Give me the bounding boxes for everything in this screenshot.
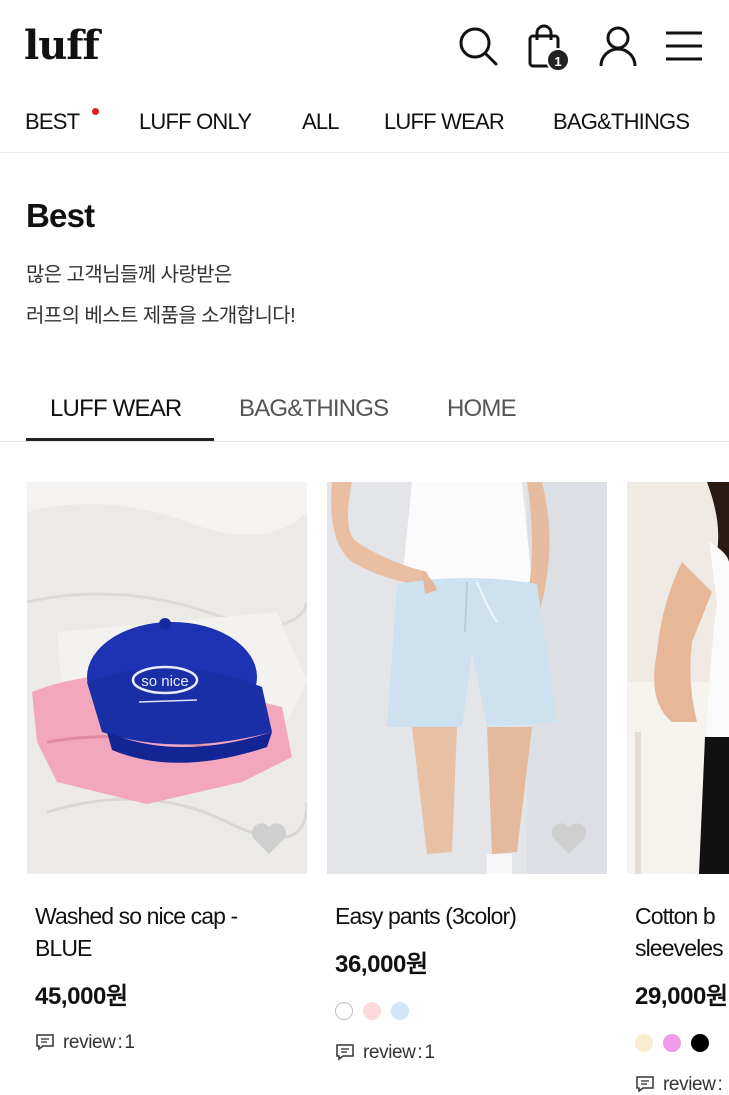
- review-comment-icon: [336, 1044, 354, 1061]
- nav-item-bag-things[interactable]: BAG&THINGS: [553, 108, 690, 136]
- product-image-pants[interactable]: [327, 482, 607, 874]
- color-swatch-black[interactable]: [691, 1034, 709, 1052]
- nav-item-all[interactable]: ALL: [302, 108, 340, 136]
- cart-count-badge: 1: [546, 48, 570, 72]
- product-price: 36,000원: [335, 951, 428, 978]
- product-price: 45,000원: [35, 983, 128, 1010]
- review-count: review:1: [35, 1031, 135, 1055]
- section-description-line1: 많은 고객님들께 사랑받은: [26, 264, 232, 286]
- tab-luff-wear[interactable]: LUFF WEAR: [50, 394, 182, 424]
- color-swatch-white[interactable]: [335, 1002, 353, 1020]
- tab-bag-things[interactable]: BAG&THINGS: [239, 394, 389, 424]
- color-swatch-cream[interactable]: [635, 1034, 653, 1052]
- product-card[interactable]: Easy pants (3color) 36,000원 review:1: [327, 482, 607, 1063]
- review-comment-icon: [36, 1034, 54, 1051]
- nav-divider: [0, 152, 729, 153]
- category-nav: BEST LUFF ONLY ALL LUFF WEAR BAG&THINGS: [0, 100, 729, 150]
- nav-item-luff-wear[interactable]: LUFF WEAR: [384, 108, 505, 136]
- header: luff 1: [0, 0, 729, 95]
- tab-home[interactable]: HOME: [447, 394, 517, 424]
- new-dot-indicator: [92, 108, 99, 115]
- product-image-cap[interactable]: so nice: [27, 482, 307, 874]
- review-comment-icon: [636, 1076, 654, 1093]
- user-icon[interactable]: [594, 22, 642, 70]
- page-title: Best: [26, 197, 95, 234]
- product-name[interactable]: Washed so nice cap - BLUE: [35, 900, 307, 964]
- shopping-bag-icon[interactable]: 1: [522, 22, 570, 72]
- luff-logo[interactable]: luff: [24, 20, 100, 72]
- nav-item-luff-only[interactable]: LUFF ONLY: [139, 108, 252, 136]
- product-image-sleeveless[interactable]: [627, 482, 729, 874]
- tabs-divider: [0, 441, 729, 442]
- product-name[interactable]: Cotton b sleeveles: [635, 900, 729, 964]
- cap-print-text: so nice: [141, 673, 189, 690]
- nav-item-best[interactable]: BEST: [25, 108, 80, 136]
- product-price: 29,000원: [635, 983, 728, 1010]
- color-swatch-pink[interactable]: [363, 1002, 381, 1020]
- review-count: review:: [635, 1073, 724, 1095]
- wishlist-heart-icon[interactable]: [249, 820, 289, 856]
- best-category-tabs: LUFF WEAR BAG&THINGS HOME: [0, 380, 729, 442]
- product-card[interactable]: so nice Washed so nice cap - BLUE 45,000…: [27, 482, 307, 1053]
- wishlist-heart-icon[interactable]: [549, 820, 589, 856]
- color-swatch-blue[interactable]: [391, 1002, 409, 1020]
- review-count: review:1: [335, 1041, 435, 1065]
- product-name[interactable]: Easy pants (3color): [335, 900, 607, 932]
- menu-icon[interactable]: [660, 22, 708, 70]
- search-icon[interactable]: [454, 22, 502, 70]
- product-card[interactable]: Cotton b sleeveles 29,000원 review:: [627, 482, 729, 1095]
- section-description-line2: 러프의 베스트 제품을 소개합니다!: [26, 305, 296, 327]
- color-swatch-pink[interactable]: [663, 1034, 681, 1052]
